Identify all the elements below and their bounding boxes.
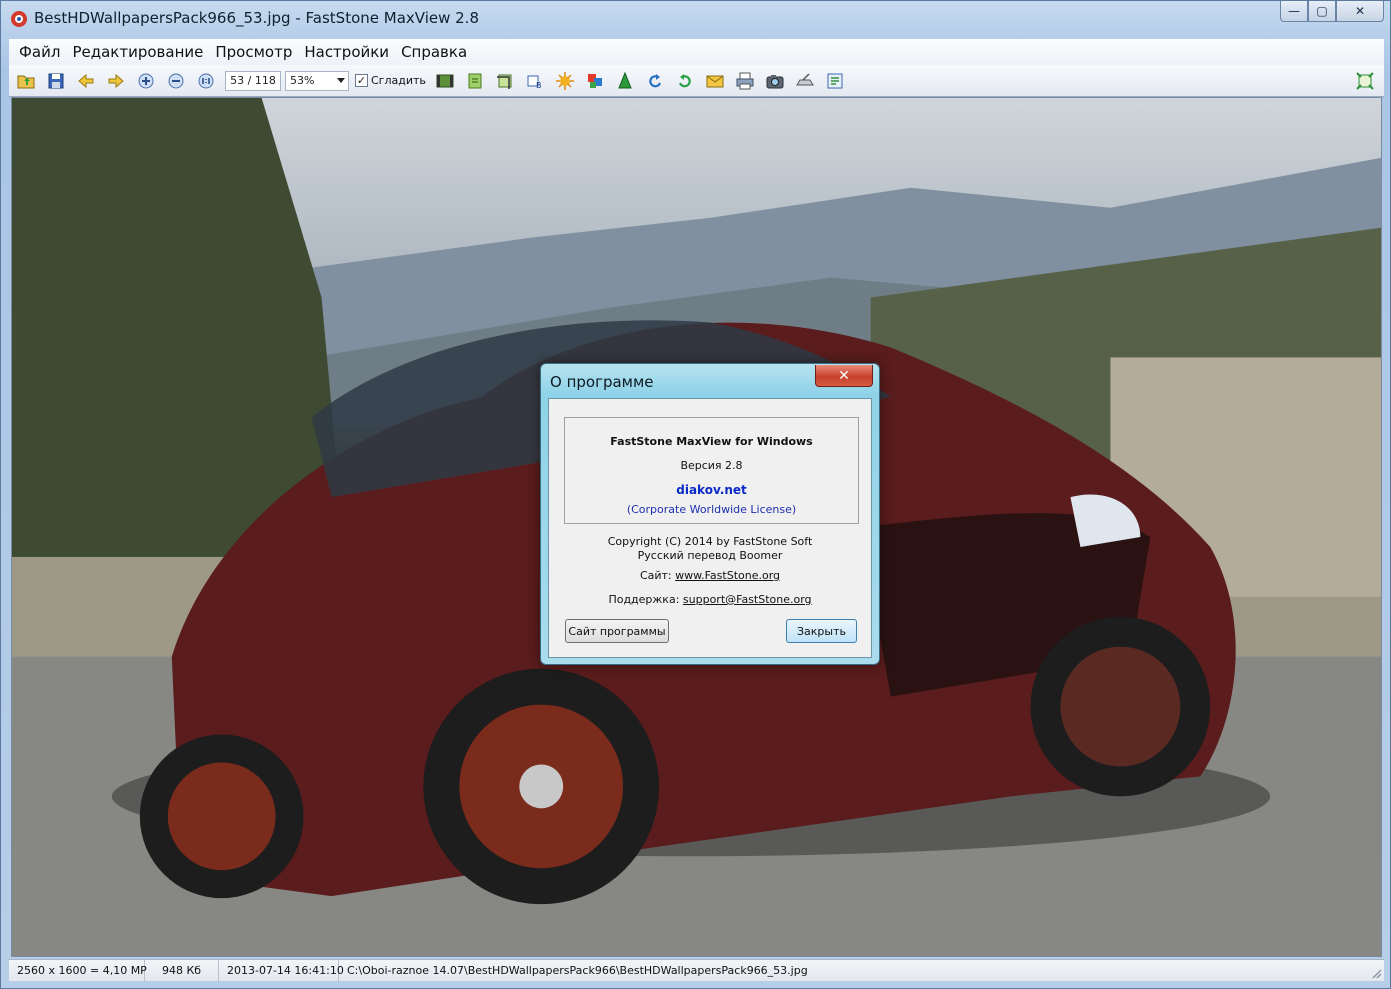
app-logo-icon [11,11,27,27]
license-text: (Corporate Worldwide License) [626,503,797,516]
copyright-text: Copyright (C) 2014 by FastStone Soft [607,535,813,548]
site-label: Сайт: [639,569,672,582]
about-dialog: О программе ✕ FastStone MaxView for Wind… [540,363,880,665]
color-icon [587,73,602,88]
site-row: Сайт: www.FastStone.org [549,569,871,582]
info-box: FastStone MaxView for Windows Версия 2.8… [564,417,859,524]
menu-view[interactable]: Просмотр [209,39,298,65]
capture-button[interactable] [762,68,788,94]
site-program-button[interactable]: Сайт программы [565,619,669,643]
email-button[interactable] [702,68,728,94]
rotate-ccw-button[interactable] [642,68,668,94]
smooth-toggle[interactable]: ✓ Сгладить [355,74,426,87]
capture-icon [766,74,784,88]
status-filesize: 948 Кб [145,959,219,982]
licensee-text: diakov.net [676,483,747,497]
save-icon [48,73,64,88]
dialog-body: FastStone MaxView for Windows Версия 2.8… [548,398,872,658]
crop-button[interactable] [492,68,518,94]
close-icon: ✕ [1354,4,1366,18]
zoom-in-icon [138,73,154,88]
version-text: Версия 2.8 [680,459,743,472]
save-button[interactable] [43,68,69,94]
chevron-down-icon [337,77,345,83]
rotate-ccw-icon [649,73,661,87]
zoom-value: 53% [290,73,315,87]
title-bar[interactable]: BestHDWallpapersPack966_53.jpg - FastSto… [1,1,1390,37]
color-button[interactable] [582,68,608,94]
resize-button[interactable]: B [522,68,548,94]
effects-button[interactable] [552,68,578,94]
slideshow-button[interactable] [432,68,458,94]
svg-text:B: B [536,81,542,90]
maximize-button[interactable]: ▢ [1308,1,1336,22]
window-controls: — ▢ ✕ [1280,1,1384,23]
page-counter: 53 / 118 [225,70,281,91]
support-label: Поддержка: [608,593,680,606]
menu-help[interactable]: Справка [395,39,473,65]
translation-text: Русский перевод Boomer [637,549,783,562]
properties-icon [827,73,843,88]
zoom-select[interactable]: 53% [285,70,349,91]
menu-file[interactable]: Файл [13,39,66,65]
next-button[interactable] [103,68,129,94]
smooth-label: Сгладить [371,74,426,87]
rotate-cw-icon [678,73,691,87]
zoom-out-icon [168,73,184,88]
fullscreen-button[interactable] [1352,68,1378,94]
resize-grip-icon[interactable] [1370,967,1382,979]
window-title: BestHDWallpapersPack966_53.jpg - FastSto… [34,9,479,27]
minimize-icon: — [1288,4,1300,18]
print-button[interactable] [732,68,758,94]
dialog-close-button[interactable]: ✕ [815,365,873,387]
app-window: BestHDWallpapersPack966_53.jpg - FastSto… [0,0,1391,989]
close-icon: ✕ [838,367,850,384]
close-dialog-button[interactable]: Закрыть [786,619,857,643]
scan-button[interactable] [792,68,818,94]
actual-size-button[interactable] [193,68,219,94]
status-datetime: 2013-07-14 16:41:10 [219,959,344,982]
minimize-button[interactable]: — [1280,1,1308,22]
status-dimensions: 2560 x 1600 = 4,10 MP [9,959,147,982]
email-icon [706,75,724,87]
previous-button[interactable] [73,68,99,94]
crop-icon [496,74,512,89]
properties-button[interactable] [822,68,848,94]
product-name: FastStone MaxView for Windows [610,435,813,448]
print-icon [736,72,754,89]
sharpen-button[interactable] [612,68,638,94]
rotate-left-icon: B [527,75,542,90]
fullscreen-icon [1356,72,1374,90]
effects-icon [555,71,574,90]
open-folder-icon [17,75,35,88]
menu-edit[interactable]: Редактирование [66,39,209,65]
status-bar: 2560 x 1600 = 4,10 MP 948 Кб 2013-07-14 … [9,959,1384,982]
site-link[interactable]: www.FastStone.org [675,569,780,582]
export-icon [468,73,482,88]
rotate-cw-button[interactable] [672,68,698,94]
status-path: C:\Oboi-raznoe 14.07\BestHDWallpapersPac… [347,963,808,977]
close-button[interactable]: ✕ [1336,1,1384,22]
actual-size-icon [198,73,214,88]
slideshow-icon [436,74,454,87]
support-row: Поддержка: support@FastStone.org [549,593,871,606]
image-viewport[interactable]: О программе ✕ FastStone MaxView for Wind… [11,97,1382,957]
toolbar: 53 / 118 53% ✓ Сгладить B [9,65,1384,97]
zoom-out-button[interactable] [163,68,189,94]
maximize-icon: ▢ [1316,4,1328,18]
sharpen-icon [618,71,632,88]
support-link[interactable]: support@FastStone.org [683,593,812,606]
scan-icon [796,72,814,85]
dialog-title: О программе [550,373,654,391]
open-folder-button[interactable] [13,68,39,94]
prev-arrow-icon [78,73,94,88]
menu-bar: Файл Редактирование Просмотр Настройки С… [9,39,1384,65]
menu-settings[interactable]: Настройки [298,39,395,65]
export-button[interactable] [462,68,488,94]
zoom-in-button[interactable] [133,68,159,94]
smooth-checkbox[interactable]: ✓ [355,74,368,87]
next-arrow-icon [108,73,124,88]
